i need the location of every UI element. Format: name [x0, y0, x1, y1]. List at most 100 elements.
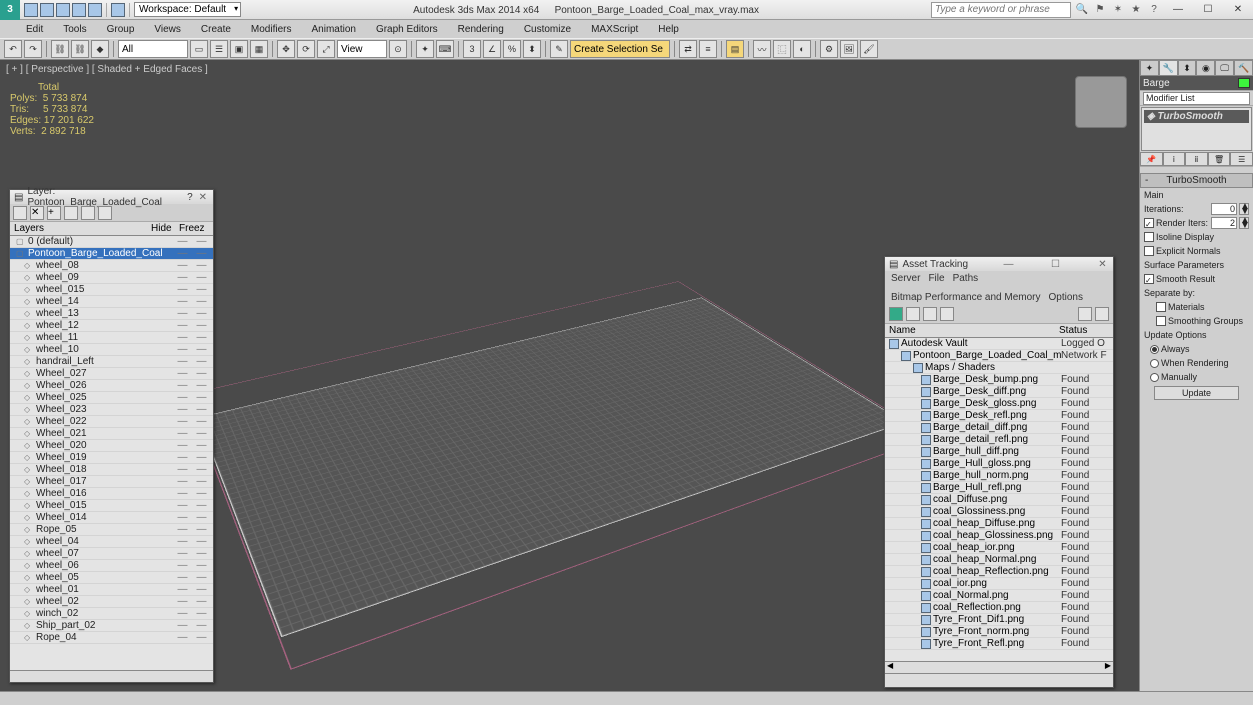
- asset-row[interactable]: coal_Reflection.pngFound: [885, 602, 1113, 614]
- menu-create[interactable]: Create: [193, 23, 239, 36]
- select-highl-icon[interactable]: [64, 206, 78, 220]
- barge-mesh[interactable]: [198, 297, 905, 637]
- selection-filter-dropdown[interactable]: All: [118, 40, 188, 58]
- menu-rendering[interactable]: Rendering: [450, 23, 512, 36]
- asset-row[interactable]: Barge_Desk_bump.pngFound: [885, 374, 1113, 386]
- asset-row[interactable]: Barge_hull_norm.pngFound: [885, 470, 1113, 482]
- qat-open-icon[interactable]: [40, 3, 54, 17]
- asset-row[interactable]: coal_heap_Glossiness.pngFound: [885, 530, 1113, 542]
- spinner-snap-icon[interactable]: ⬍: [523, 40, 541, 58]
- qat-redo-icon[interactable]: [88, 3, 102, 17]
- asset-row[interactable]: Tyre_Front_norm.pngFound: [885, 626, 1113, 638]
- align-icon[interactable]: ≡: [699, 40, 717, 58]
- layer-manager-panel[interactable]: ▤ Layer: Pontoon_Barge_Loaded_Coal ? ✕ ✕…: [9, 189, 214, 683]
- scale-icon[interactable]: ⤢: [317, 40, 335, 58]
- at-refresh-icon[interactable]: [889, 307, 903, 321]
- layer-item[interactable]: ◇wheel_01——: [10, 584, 213, 596]
- layer-item[interactable]: ◇wheel_13——: [10, 308, 213, 320]
- whenrender-radio[interactable]: [1150, 359, 1159, 368]
- minimize-button[interactable]: —: [1163, 0, 1193, 20]
- asset-row[interactable]: coal_Normal.pngFound: [885, 590, 1113, 602]
- smooth-result-check[interactable]: [1144, 274, 1154, 284]
- always-radio[interactable]: [1150, 345, 1159, 354]
- layer-item[interactable]: ◇wheel_05——: [10, 572, 213, 584]
- tab-motion[interactable]: ◉: [1196, 60, 1215, 76]
- modifier-stack[interactable]: ◈ TurboSmooth: [1141, 107, 1252, 151]
- menu-tools[interactable]: Tools: [55, 23, 94, 36]
- editnamed-icon[interactable]: ✎: [550, 40, 568, 58]
- menu-graph-editors[interactable]: Graph Editors: [368, 23, 446, 36]
- refcoord-dropdown[interactable]: View: [337, 40, 387, 58]
- at-tree-icon[interactable]: [906, 307, 920, 321]
- asset-col-status[interactable]: Status: [1059, 325, 1109, 336]
- modifier-turbosmooth[interactable]: ◈ TurboSmooth: [1144, 110, 1249, 123]
- layer-item[interactable]: ◇wheel_04——: [10, 536, 213, 548]
- at-prompt-icon[interactable]: [1095, 307, 1109, 321]
- layer-item[interactable]: ◇Wheel_019——: [10, 452, 213, 464]
- at-table-icon[interactable]: [940, 307, 954, 321]
- menu-help[interactable]: Help: [650, 23, 687, 36]
- asset-row[interactable]: coal_heap_Normal.pngFound: [885, 554, 1113, 566]
- layer-mgr-icon[interactable]: ▤: [726, 40, 744, 58]
- isoline-check[interactable]: [1144, 232, 1154, 242]
- layer-item[interactable]: ◇Wheel_021——: [10, 428, 213, 440]
- unlink-icon[interactable]: ⛓: [71, 40, 89, 58]
- help-icon[interactable]: ?: [1147, 3, 1161, 17]
- layer-panel-help[interactable]: ?: [187, 192, 193, 203]
- app-logo[interactable]: 3: [0, 0, 20, 20]
- asset-row[interactable]: Barge_detail_refl.pngFound: [885, 434, 1113, 446]
- iterations-spin-buttons[interactable]: ▲▼: [1239, 203, 1249, 215]
- asset-menu-bitmap[interactable]: Bitmap Performance and Memory: [891, 292, 1041, 303]
- asset-menu-options[interactable]: Options: [1049, 292, 1083, 303]
- smgroups-check[interactable]: [1156, 316, 1166, 326]
- menu-maxscript[interactable]: MAXScript: [583, 23, 646, 36]
- layer-item[interactable]: ◇Wheel_018——: [10, 464, 213, 476]
- material-editor-icon[interactable]: ◐: [793, 40, 811, 58]
- iterations-spinner[interactable]: 0: [1211, 203, 1237, 215]
- tab-hierarchy[interactable]: ⬍: [1178, 60, 1197, 76]
- search-icon[interactable]: 🔍: [1075, 3, 1089, 17]
- asset-row[interactable]: coal_heap_Diffuse.pngFound: [885, 518, 1113, 530]
- asset-row[interactable]: coal_Glossiness.pngFound: [885, 506, 1113, 518]
- snap-icon[interactable]: 3: [463, 40, 481, 58]
- asset-row[interactable]: coal_Diffuse.pngFound: [885, 494, 1113, 506]
- tab-modify[interactable]: 🔧: [1159, 60, 1178, 76]
- percent-snap-icon[interactable]: %: [503, 40, 521, 58]
- pin-stack-icon[interactable]: 📌: [1140, 152, 1163, 166]
- layer-hscroll[interactable]: [10, 670, 213, 682]
- qat-save-icon[interactable]: [56, 3, 70, 17]
- favorites-icon[interactable]: ★: [1129, 3, 1143, 17]
- move-icon[interactable]: ✥: [277, 40, 295, 58]
- undo-icon[interactable]: ↶: [4, 40, 22, 58]
- viewcube[interactable]: [1075, 76, 1127, 128]
- layer-item[interactable]: ▢Pontoon_Barge_Loaded_Coal——: [10, 248, 213, 260]
- render-iters-spinner[interactable]: 2: [1211, 217, 1237, 229]
- layer-item[interactable]: ◇Wheel_020——: [10, 440, 213, 452]
- asset-row[interactable]: Autodesk VaultLogged O: [885, 338, 1113, 350]
- bind-icon[interactable]: ◆: [91, 40, 109, 58]
- asset-menu-server[interactable]: Server: [891, 273, 920, 284]
- select-name-icon[interactable]: ☰: [210, 40, 228, 58]
- asset-row[interactable]: Tyre_Front_Refl.pngFound: [885, 638, 1113, 650]
- layer-item[interactable]: ◇wheel_09——: [10, 272, 213, 284]
- layer-item[interactable]: ◇wheel_14——: [10, 296, 213, 308]
- asset-row[interactable]: Tyre_Front_Dif1.pngFound: [885, 614, 1113, 626]
- close-button[interactable]: ✕: [1223, 0, 1253, 20]
- layer-item[interactable]: ◇Wheel_016——: [10, 488, 213, 500]
- exchange-icon[interactable]: ✶: [1111, 3, 1125, 17]
- highl-sel-icon[interactable]: [81, 206, 95, 220]
- qat-undo-icon[interactable]: [72, 3, 86, 17]
- asset-row[interactable]: coal_heap_Reflection.pngFound: [885, 566, 1113, 578]
- pivot-icon[interactable]: ⊙: [389, 40, 407, 58]
- window-crossing-icon[interactable]: ▦: [250, 40, 268, 58]
- layer-item[interactable]: ◇Wheel_015——: [10, 500, 213, 512]
- hide-unhide-icon[interactable]: [98, 206, 112, 220]
- asset-row[interactable]: Barge_Hull_refl.pngFound: [885, 482, 1113, 494]
- asset-menu-paths[interactable]: Paths: [953, 273, 979, 284]
- unique-icon[interactable]: ⅱ: [1185, 152, 1208, 166]
- asset-col-name[interactable]: Name: [889, 325, 1059, 336]
- rollout-turbosmooth[interactable]: TurboSmooth: [1140, 173, 1253, 188]
- asset-row[interactable]: coal_heap_ior.pngFound: [885, 542, 1113, 554]
- tab-display[interactable]: 🖵: [1215, 60, 1234, 76]
- layer-item[interactable]: ◇wheel_015——: [10, 284, 213, 296]
